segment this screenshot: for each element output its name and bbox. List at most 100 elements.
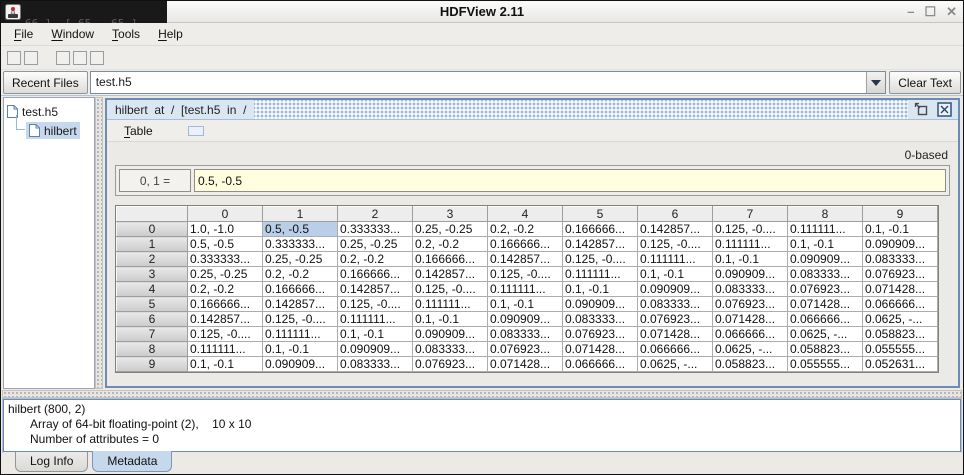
tree-item-hilbert[interactable]: hilbert (14, 121, 92, 140)
maximize-icon[interactable]: ☐ (924, 5, 936, 19)
table-cell[interactable]: 0.066666... (788, 312, 863, 327)
table-cell[interactable]: 0.1, -0.1 (863, 222, 938, 237)
column-header[interactable]: 2 (338, 207, 413, 222)
table-cell[interactable]: 0.111111... (488, 282, 563, 297)
table-cell[interactable]: 0.1, -0.1 (413, 312, 488, 327)
table-cell[interactable]: 0.125, -0.... (563, 252, 638, 267)
cell-value-input[interactable] (194, 169, 946, 192)
table-cell[interactable]: 0.1, -0.1 (563, 282, 638, 297)
table-cell[interactable]: 0.066666... (563, 357, 638, 372)
restore-icon[interactable] (914, 102, 929, 117)
table-cell[interactable]: 0.166666... (263, 282, 338, 297)
table-cell[interactable]: 0.083333... (863, 252, 938, 267)
table-cell[interactable]: 0.0625, -... (788, 327, 863, 342)
table-cell[interactable]: 0.090909... (713, 267, 788, 282)
table-cell[interactable]: 0.111111... (563, 267, 638, 282)
table-cell[interactable]: 0.083333... (713, 282, 788, 297)
table-cell[interactable]: 0.055555... (788, 357, 863, 372)
table-cell[interactable]: 0.083333... (638, 297, 713, 312)
table-cell[interactable]: 0.076923... (863, 267, 938, 282)
toolbar-button-4[interactable] (73, 51, 87, 65)
table-cell[interactable]: 0.076923... (488, 342, 563, 357)
table-cell[interactable]: 0.066666... (863, 297, 938, 312)
table-cell[interactable]: 0.071428... (863, 282, 938, 297)
table-cell[interactable]: 0.058823... (788, 342, 863, 357)
table-cell[interactable]: 0.125, -0.... (263, 312, 338, 327)
table-cell[interactable]: 0.166666... (413, 252, 488, 267)
table-cell[interactable]: 0.1, -0.1 (338, 327, 413, 342)
column-header[interactable]: 8 (788, 207, 863, 222)
file-path-value[interactable]: test.h5 (91, 72, 866, 93)
table-cell[interactable]: 0.25, -0.25 (338, 237, 413, 252)
row-header[interactable]: 0 (117, 222, 188, 237)
table-cell[interactable]: 0.090909... (563, 297, 638, 312)
table-cell[interactable]: 0.2, -0.2 (338, 252, 413, 267)
table-toolbar-icon[interactable] (188, 126, 204, 136)
horizontal-splitter[interactable] (2, 390, 962, 398)
menu-item-tools[interactable]: Tools (103, 24, 149, 44)
table-cell[interactable]: 0.5, -0.5 (263, 222, 338, 237)
table-cell[interactable]: 0.083333... (338, 357, 413, 372)
table-cell[interactable]: 0.1, -0.1 (188, 357, 263, 372)
internal-frame-titlebar[interactable]: hilbert at / [test.h5 in / (107, 100, 958, 120)
row-header[interactable]: 5 (117, 297, 188, 312)
table-cell[interactable]: 0.076923... (413, 357, 488, 372)
row-header[interactable]: 4 (117, 282, 188, 297)
clear-text-button[interactable]: Clear Text (889, 71, 961, 94)
table-cell[interactable]: 0.125, -0.... (638, 237, 713, 252)
table-cell[interactable]: 0.2, -0.2 (413, 237, 488, 252)
table-cell[interactable]: 0.090909... (488, 312, 563, 327)
table-cell[interactable]: 0.333333... (188, 252, 263, 267)
table-cell[interactable]: 0.071428... (488, 357, 563, 372)
tab-log-info[interactable]: Log Info (15, 452, 88, 472)
recent-files-button[interactable]: Recent Files (3, 71, 88, 94)
table-cell[interactable]: 0.083333... (413, 342, 488, 357)
row-header[interactable]: 9 (117, 357, 188, 372)
table-cell[interactable]: 0.076923... (788, 282, 863, 297)
table-cell[interactable]: 0.0625, -... (713, 342, 788, 357)
column-header[interactable]: 4 (488, 207, 563, 222)
file-path-combobox[interactable]: test.h5 (90, 71, 886, 94)
table-cell[interactable]: 0.071428... (713, 312, 788, 327)
menu-item-help[interactable]: Help (149, 24, 192, 44)
column-header[interactable]: 5 (563, 207, 638, 222)
column-header[interactable]: 6 (638, 207, 713, 222)
toolbar-button-1[interactable] (7, 51, 21, 65)
table-cell[interactable]: 0.071428... (563, 342, 638, 357)
table-cell[interactable]: 0.071428... (638, 327, 713, 342)
toolbar-button-3[interactable] (56, 51, 70, 65)
table-cell[interactable]: 0.166666... (338, 267, 413, 282)
table-cell[interactable]: 0.142857... (488, 252, 563, 267)
table-cell[interactable]: 0.083333... (488, 327, 563, 342)
table-cell[interactable]: 0.1, -0.1 (713, 252, 788, 267)
table-cell[interactable]: 0.142857... (638, 222, 713, 237)
menu-item-window[interactable]: Window (42, 24, 103, 44)
table-corner-header[interactable] (117, 207, 188, 222)
table-cell[interactable]: 0.076923... (563, 327, 638, 342)
table-cell[interactable]: 0.090909... (338, 342, 413, 357)
table-cell[interactable]: 0.090909... (263, 357, 338, 372)
table-cell[interactable]: 0.25, -0.25 (413, 222, 488, 237)
combo-dropdown-button[interactable] (866, 72, 885, 93)
minimize-icon[interactable]: – (907, 5, 914, 19)
table-cell[interactable]: 0.055555... (863, 342, 938, 357)
toolbar-button-5[interactable] (90, 51, 104, 65)
table-cell[interactable]: 0.142857... (563, 237, 638, 252)
close-frame-icon[interactable] (937, 102, 952, 117)
table-cell[interactable]: 0.090909... (413, 327, 488, 342)
table-cell[interactable]: 0.066666... (638, 342, 713, 357)
row-header[interactable]: 3 (117, 267, 188, 282)
table-cell[interactable]: 0.111111... (638, 252, 713, 267)
menu-item-table[interactable]: Table (115, 121, 162, 141)
table-cell[interactable]: 0.125, -0.... (713, 222, 788, 237)
table-cell[interactable]: 0.090909... (638, 282, 713, 297)
table-cell[interactable]: 0.066666... (713, 327, 788, 342)
table-cell[interactable]: 0.1, -0.1 (488, 297, 563, 312)
row-header[interactable]: 2 (117, 252, 188, 267)
table-cell[interactable]: 0.111111... (338, 312, 413, 327)
table-cell[interactable]: 0.076923... (713, 297, 788, 312)
column-header[interactable]: 0 (188, 207, 263, 222)
table-cell[interactable]: 0.071428... (788, 297, 863, 312)
column-header[interactable]: 7 (713, 207, 788, 222)
table-cell[interactable]: 0.090909... (863, 237, 938, 252)
